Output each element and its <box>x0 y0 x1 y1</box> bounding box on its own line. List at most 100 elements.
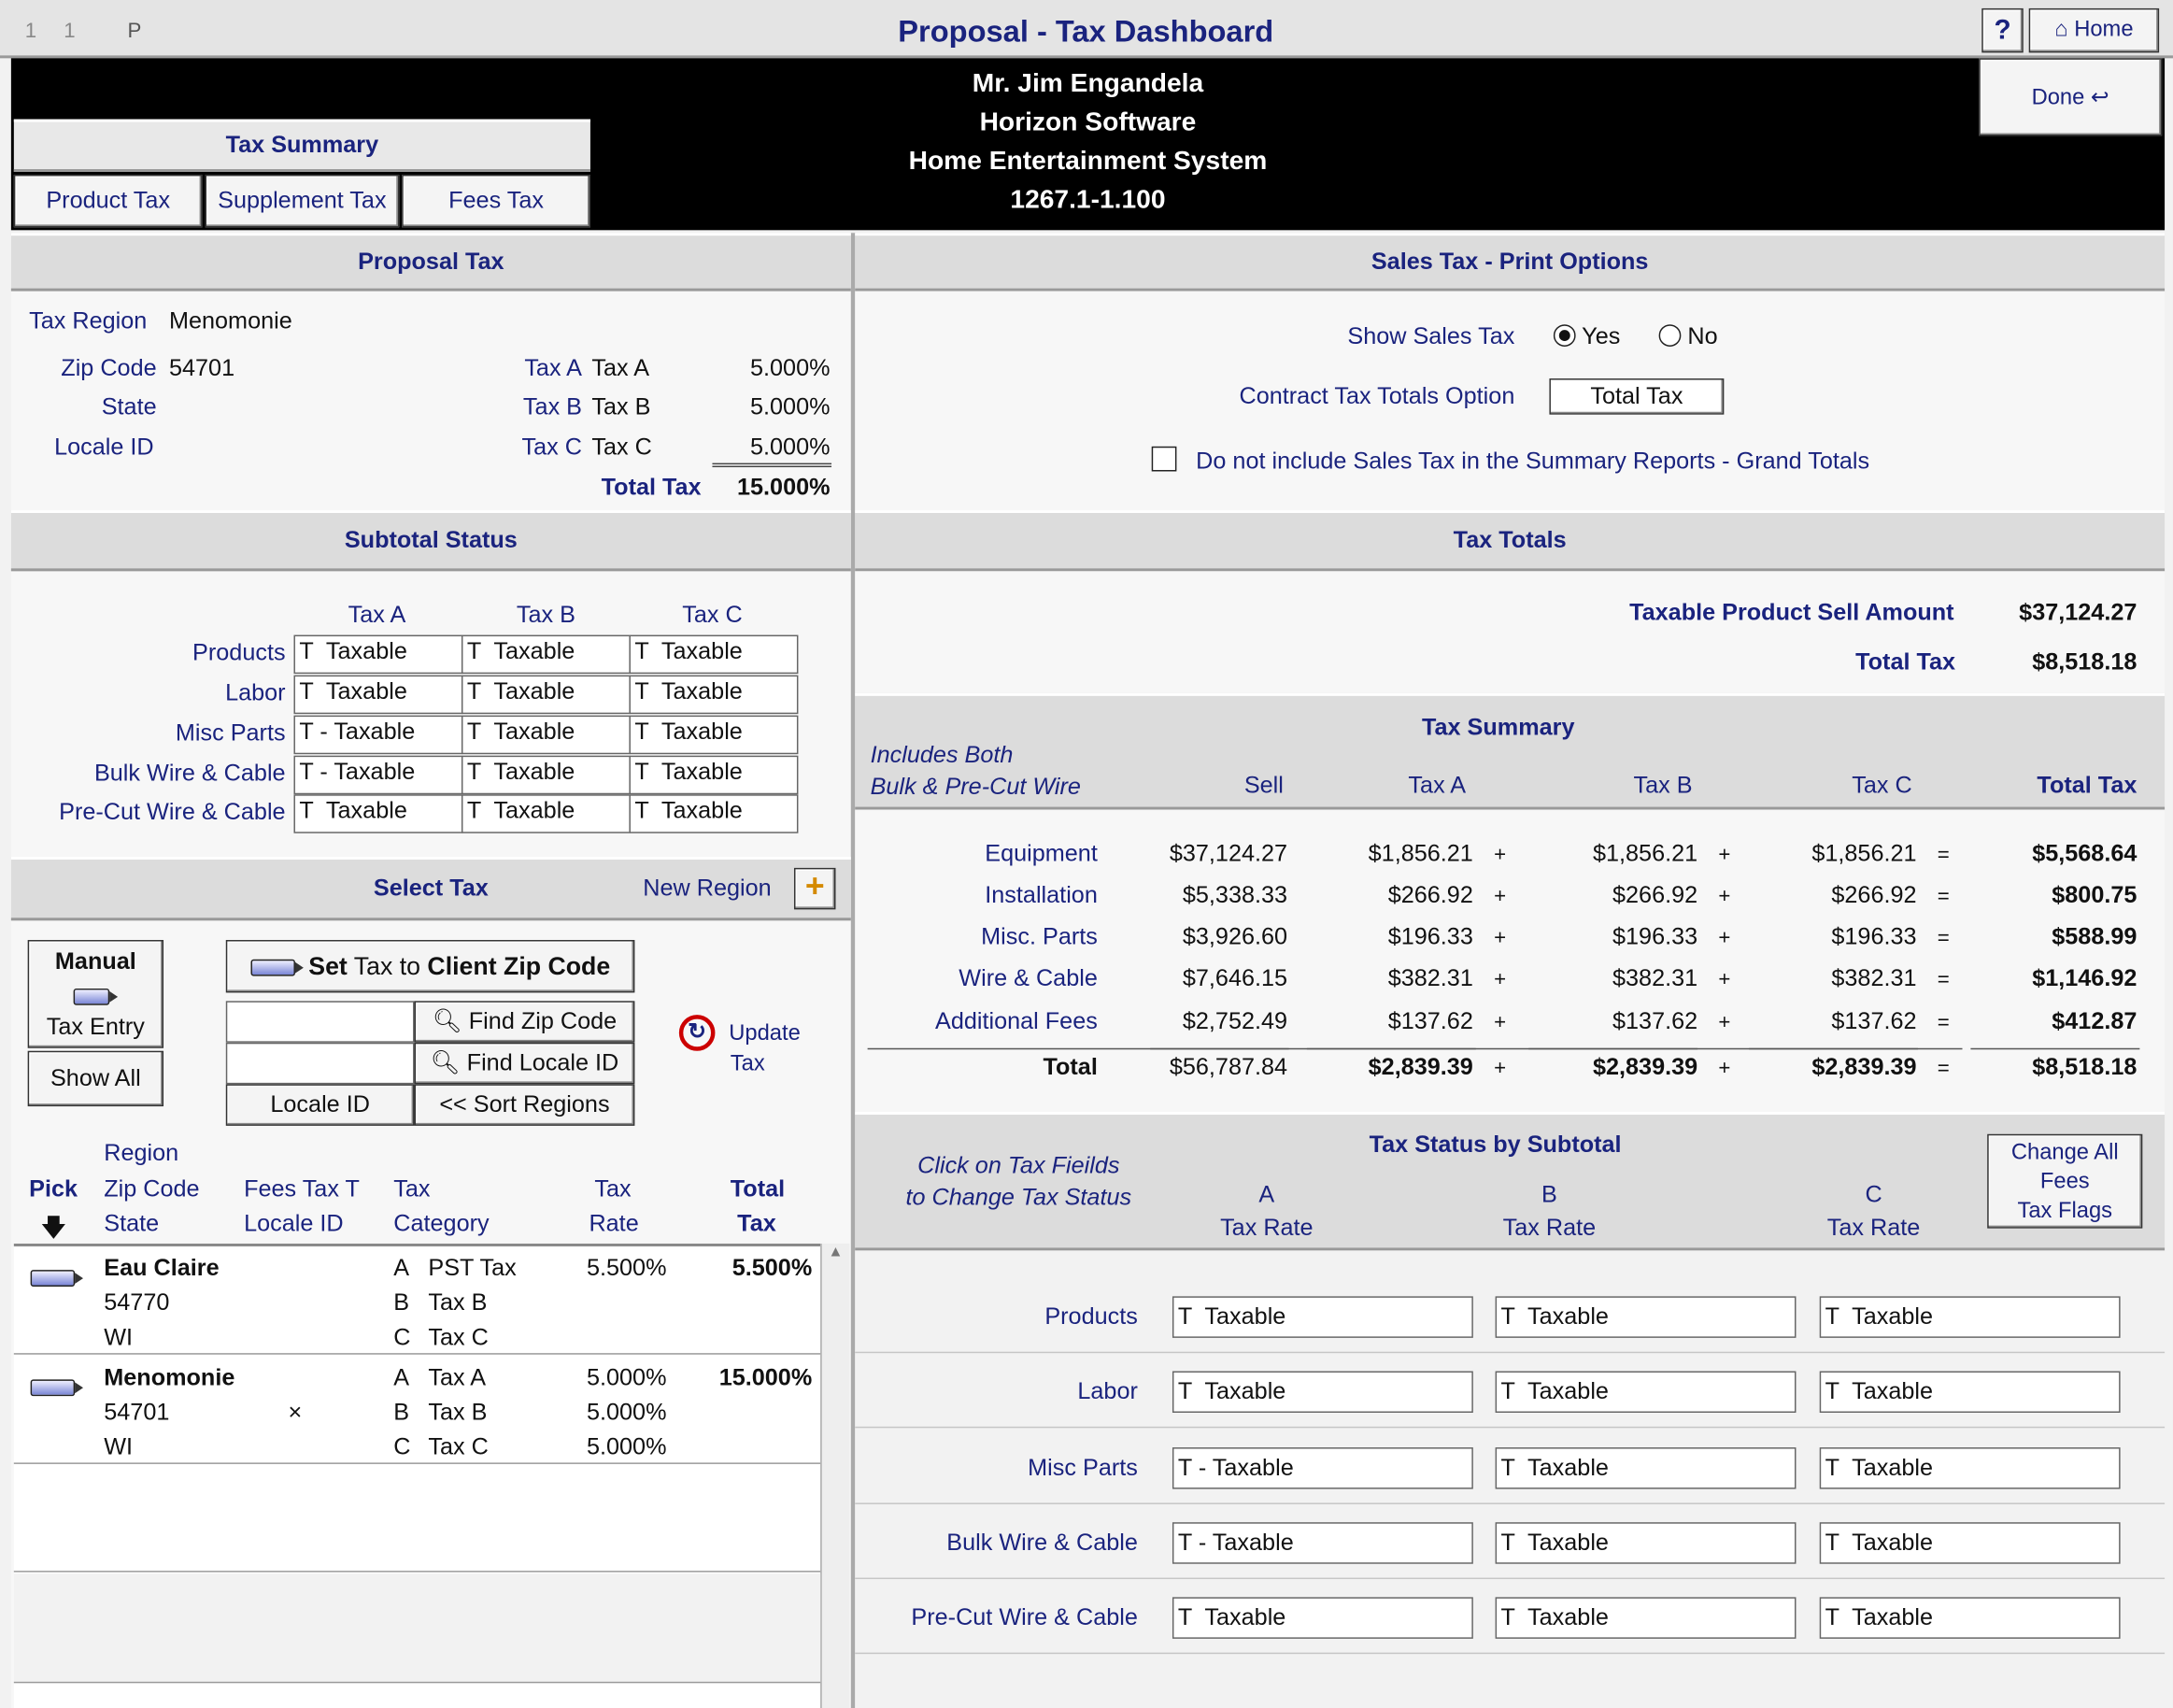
pencil-icon <box>30 1269 84 1287</box>
subtotal-tax-b-field[interactable]: T Taxable <box>461 634 631 675</box>
status-col-b-rate: Tax Rate <box>1502 1214 1597 1242</box>
client-name: Mr. Jim Engandela <box>972 69 1204 99</box>
summary-col-tax-a: Tax A <box>1408 772 1467 799</box>
help-button[interactable]: ? <box>1981 7 2024 53</box>
sort-regions-button[interactable]: << Sort Regions <box>414 1084 635 1126</box>
tax-summary-title: Tax Summary <box>225 131 379 159</box>
status-tax-c-field[interactable]: T Taxable <box>1819 1296 2121 1338</box>
tab-product-tax[interactable]: Product Tax <box>13 174 203 228</box>
tax-dashboard: 1 1 P Proposal - Tax Dashboard ? ⌂ Home … <box>0 0 2173 1708</box>
status-tax-b-field[interactable]: T Taxable <box>1495 1447 1797 1489</box>
tax-region-label: Tax Region <box>29 307 148 334</box>
status-tax-a-field[interactable]: T - Taxable <box>1172 1522 1473 1564</box>
tax-b-code: Tax B <box>522 393 583 420</box>
subtotal-tax-b-field[interactable]: T Taxable <box>461 755 631 795</box>
subtotal-tax-a-field[interactable]: T Taxable <box>293 675 463 715</box>
region-list-scrollbar[interactable]: ▲ <box>820 1243 850 1708</box>
change-all-label: Change All <box>2010 1141 2119 1165</box>
locale-col-header: Locale ID <box>244 1210 344 1237</box>
summary-note-1: Includes Both <box>870 741 1014 769</box>
region-zip: 54701 <box>104 1399 170 1426</box>
show-yes-radio[interactable]: Yes <box>1553 323 1620 351</box>
summary-total-tax-a: $2,839.39 <box>1368 1053 1473 1080</box>
show-all-label: Show All <box>50 1064 141 1091</box>
summary-total-tax: $5,568.64 <box>2032 840 2137 867</box>
summary-total-rule <box>1306 1047 1476 1050</box>
exclude-checkbox[interactable] <box>1151 446 1177 472</box>
status-note-1: Click on Tax Fieilds <box>917 1152 1120 1179</box>
subtotal-tax-a-field[interactable]: T - Taxable <box>293 715 463 755</box>
home-button[interactable]: ⌂ Home <box>2028 7 2160 53</box>
rate-col-header-1: Tax <box>594 1175 632 1203</box>
show-no-radio[interactable]: No <box>1658 323 1718 351</box>
subtotal-tax-c-field[interactable]: T Taxable <box>629 634 799 675</box>
status-row-label: Pre-Cut Wire & Cable <box>911 1603 1138 1630</box>
summary-title: Tax Summary <box>1421 714 1575 741</box>
proposal-name: Home Entertainment System <box>908 147 1268 177</box>
show-all-button[interactable]: Show All <box>27 1050 164 1107</box>
new-region-button[interactable]: + <box>793 867 836 910</box>
category-col-header: Category <box>393 1210 490 1237</box>
subtotal-tax-b-field[interactable]: T Taxable <box>461 715 631 755</box>
subtotal-tax-c-field[interactable]: T Taxable <box>629 794 799 833</box>
summary-tax-a: $137.62 <box>1387 1007 1473 1034</box>
status-tax-b-field[interactable]: T Taxable <box>1495 1371 1797 1413</box>
status-tax-a-field[interactable]: T - Taxable <box>1172 1447 1473 1489</box>
subtotal-tax-a-field[interactable]: T Taxable <box>293 794 463 833</box>
tax-region-value: Menomonie <box>168 307 292 334</box>
tax-b-rate: 5.000% <box>750 393 831 420</box>
contract-option-select[interactable]: Total Tax <box>1549 378 1725 415</box>
tax-a-code: Tax A <box>524 354 583 382</box>
status-tax-a-field[interactable]: T Taxable <box>1172 1371 1473 1413</box>
change-all-fees-tax-flags-button[interactable]: Change All Fees Tax Flags <box>1987 1133 2143 1229</box>
radio-selected-icon <box>1553 324 1576 347</box>
find-locale-id-button[interactable]: 🔍︎ Find Locale ID <box>414 1042 635 1085</box>
tab-label: Fees Tax <box>448 187 544 214</box>
locale-id-sort-button[interactable]: Locale ID <box>225 1084 415 1126</box>
zip-search-input[interactable] <box>225 1001 415 1043</box>
radio-empty-icon <box>1658 324 1682 347</box>
rate-col-header-2: Rate <box>589 1210 639 1237</box>
plus-icon: + <box>804 867 825 905</box>
status-tax-b-field[interactable]: T Taxable <box>1495 1597 1797 1639</box>
subtotal-tax-c-field[interactable]: T Taxable <box>629 755 799 795</box>
tax-summary-tab-header: Tax Summary <box>13 119 590 172</box>
region-name: Menomonie <box>104 1364 235 1391</box>
tax-category-key: C <box>393 1324 411 1351</box>
status-tax-b-field[interactable]: T Taxable <box>1495 1296 1797 1338</box>
status-tax-a-field[interactable]: T Taxable <box>1172 1296 1473 1338</box>
subtotal-tax-b-field[interactable]: T Taxable <box>461 675 631 715</box>
tab-fees-tax[interactable]: Fees Tax <box>402 174 590 228</box>
company-name: Horizon Software <box>979 107 1197 137</box>
find-zip-code-button[interactable]: 🔍︎ Find Zip Code <box>414 1001 635 1043</box>
page-title: Proposal - Tax Dashboard <box>898 13 1274 49</box>
status-tax-c-field[interactable]: T Taxable <box>1819 1447 2121 1489</box>
status-tax-c-field[interactable]: T Taxable <box>1819 1597 2121 1639</box>
summary-total-sell: $56,787.84 <box>1169 1053 1288 1080</box>
status-col-a-rate: Tax Rate <box>1220 1214 1314 1242</box>
scroll-up-icon: ▲ <box>828 1243 844 1260</box>
subtotal-tax-a-field[interactable]: T Taxable <box>293 634 463 675</box>
set-tax-client-zip-button[interactable]: Set Tax to Client Zip Code <box>225 940 635 993</box>
status-tax-b-field[interactable]: T Taxable <box>1495 1522 1797 1564</box>
pick-region-button[interactable] <box>30 1263 84 1291</box>
pick-region-button[interactable] <box>30 1373 84 1401</box>
subtotal-tax-a-field[interactable]: T - Taxable <box>293 755 463 795</box>
summary-tax-c: $266.92 <box>1831 881 1917 908</box>
tab-supplement-tax[interactable]: Supplement Tax <box>205 174 400 228</box>
status-tax-c-field[interactable]: T Taxable <box>1819 1522 2121 1564</box>
done-button[interactable]: Done ↩ <box>1979 58 2163 136</box>
update-tax-button[interactable]: ↻ Update Tax <box>678 1012 812 1081</box>
status-tax-a-field[interactable]: T Taxable <box>1172 1597 1473 1639</box>
done-label: Done <box>2031 85 2085 110</box>
subtotal-tax-b-field[interactable]: T Taxable <box>461 794 631 833</box>
status-col-c-rate: Tax Rate <box>1826 1214 1921 1242</box>
subtotal-tax-c-field[interactable]: T Taxable <box>629 715 799 755</box>
subtotal-tax-c-field[interactable]: T Taxable <box>629 675 799 715</box>
summary-total-rule <box>1970 1047 2140 1050</box>
proposal-tax-header: Proposal Tax <box>10 233 851 292</box>
summary-total-tax: $588.99 <box>2052 923 2137 950</box>
status-tax-c-field[interactable]: T Taxable <box>1819 1371 2121 1413</box>
locale-search-input[interactable] <box>225 1042 415 1085</box>
return-icon: ↩ <box>2084 85 2109 110</box>
